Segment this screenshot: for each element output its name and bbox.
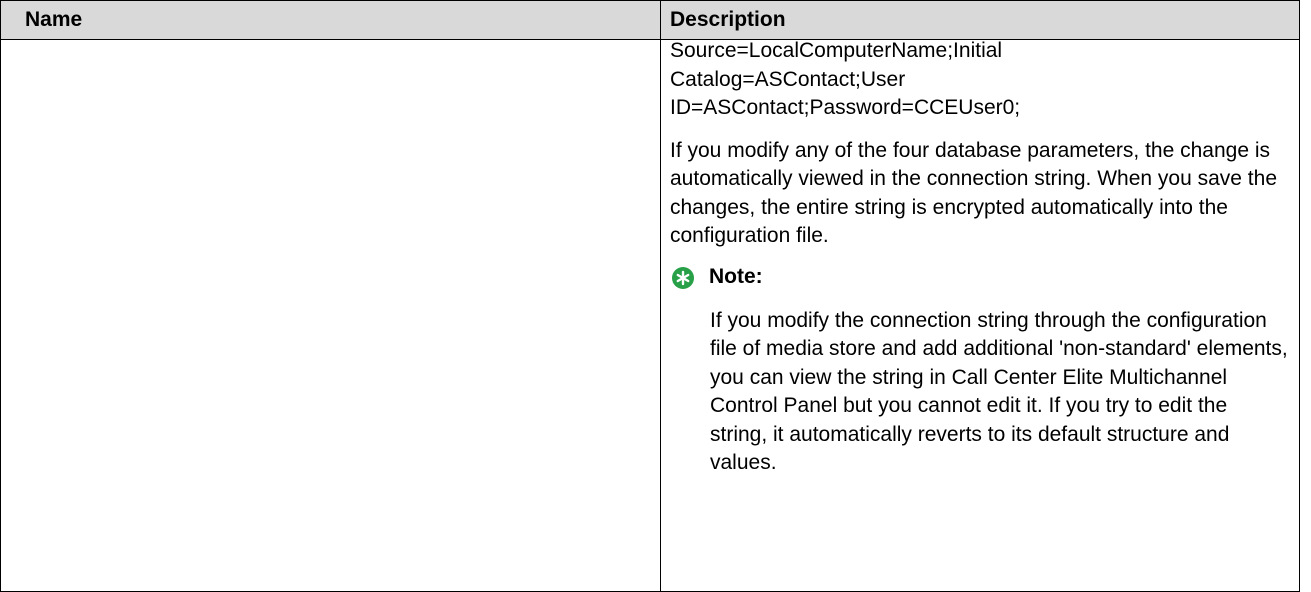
asterisk-note-icon bbox=[672, 266, 694, 289]
header-row: Name Description bbox=[0, 0, 1300, 40]
note-heading: Note: bbox=[670, 263, 1289, 293]
note-label: Note: bbox=[709, 265, 763, 289]
table-header: Name Description bbox=[0, 0, 1300, 40]
header-name: Name bbox=[0, 0, 661, 40]
table-row: Source=LocalComputerName;Initial Catalog… bbox=[0, 37, 1300, 592]
cell-description: Source=LocalComputerName;Initial Catalog… bbox=[660, 37, 1300, 592]
connection-string-line: ID=ASContact;Password=CCEUser0; bbox=[670, 96, 1021, 119]
header-description: Description bbox=[660, 0, 1300, 40]
cell-name bbox=[0, 39, 661, 592]
connection-string-line: Catalog=ASContact;User bbox=[670, 67, 906, 91]
connection-string-text: Source=LocalComputerName;Initial Catalog… bbox=[670, 37, 1289, 123]
parameter-table: Name Description Source=LocalComputerNam… bbox=[0, 0, 1300, 592]
connection-string-line: Source=LocalComputerName;Initial bbox=[670, 39, 1003, 62]
note-text: If you modify the connection string thro… bbox=[710, 308, 1288, 475]
description-paragraph: If you modify any of the four database p… bbox=[670, 138, 1278, 248]
